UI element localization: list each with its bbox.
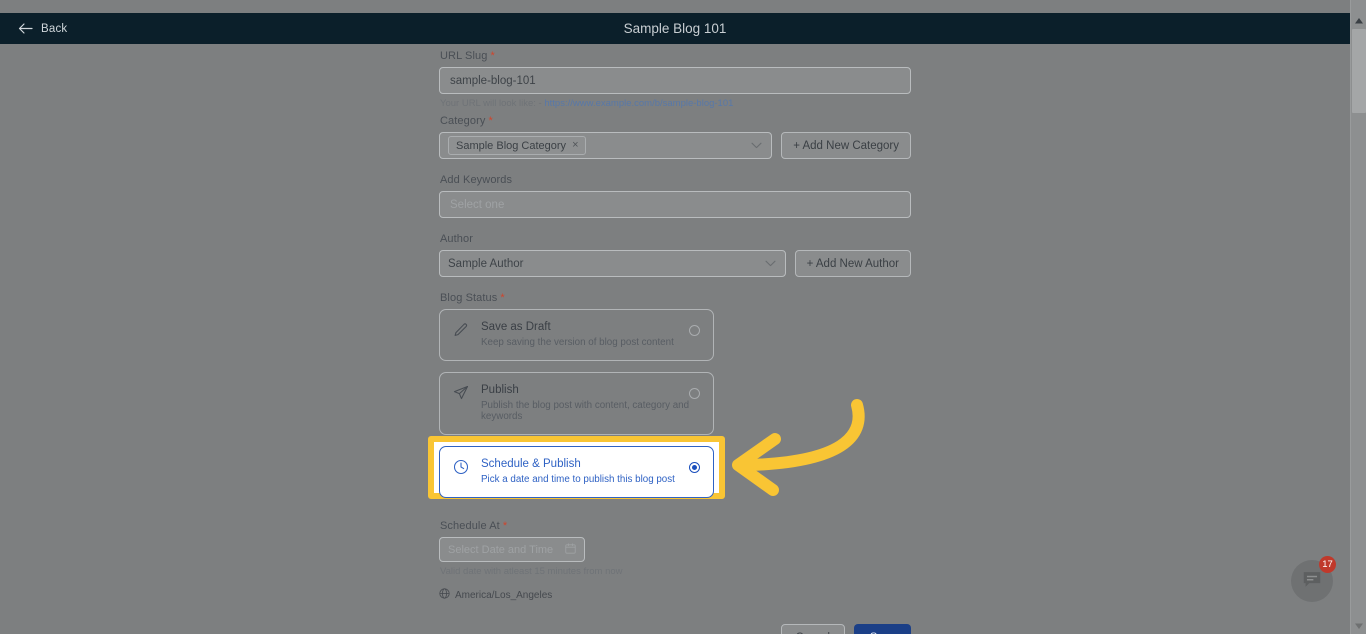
chat-widget-button[interactable]: 17 [1291, 556, 1336, 602]
close-icon[interactable]: × [572, 140, 578, 151]
category-row: Sample Blog Category × + Add New Categor… [439, 132, 911, 159]
arrow-left-icon [18, 23, 33, 34]
status-option-text: Publish Publish the blog post with conte… [481, 384, 701, 422]
back-label: Back [41, 22, 68, 35]
schedule-at-placeholder: Select Date and Time [448, 543, 554, 556]
page-title: Sample Blog 101 [623, 21, 727, 36]
status-option-schedule-and-publish[interactable]: Schedule & Publish Pick a date and time … [439, 446, 714, 498]
status-option-title: Save as Draft [481, 321, 551, 333]
url-preview-link[interactable]: https://www.example.com/b/sample-blog-10… [544, 98, 733, 109]
category-label: Category * [440, 115, 493, 127]
category-select[interactable]: Sample Blog Category × [439, 132, 773, 159]
schedule-at-input[interactable]: Select Date and Time [439, 537, 585, 562]
scroll-down-arrow-icon[interactable] [1351, 618, 1366, 634]
url-slug-input[interactable]: sample-blog-101 [439, 67, 911, 94]
status-option-desc: Pick a date and time to publish this blo… [481, 474, 675, 485]
blog-status-field: Blog Status * Save as Draft Keep saving t… [428, 292, 911, 499]
save-button[interactable]: Save [853, 624, 911, 634]
status-option-save-as-draft[interactable]: Save as Draft Keep saving the version of… [439, 309, 714, 361]
required-marker: * [488, 115, 493, 127]
author-field: Author Sample Author + Add New Author [439, 233, 911, 277]
add-new-author-button[interactable]: + Add New Author [794, 250, 911, 277]
page-scrollbar[interactable] [1350, 0, 1366, 634]
radio-save-as-draft[interactable] [689, 325, 700, 336]
keywords-field: Add Keywords Select one [439, 174, 911, 218]
page-root: Back Sample Blog 101 URL Slug * sample-bl… [0, 0, 1366, 634]
scrollbar-thumb[interactable] [1352, 29, 1366, 113]
radio-schedule-and-publish[interactable] [689, 462, 700, 473]
schedule-at-label: Schedule At * [440, 520, 508, 532]
cancel-button[interactable]: Cancel [780, 624, 845, 634]
timezone-label: America/Los_Angeles [455, 589, 553, 601]
url-hint-prefix: Your URL will look like: - [440, 98, 542, 109]
status-option-text: Schedule & Publish Pick a date and time … [481, 458, 675, 485]
required-marker: * [500, 292, 505, 304]
url-slug-label: URL Slug * [440, 50, 495, 62]
keywords-label: Add Keywords [440, 174, 513, 186]
radio-publish[interactable] [689, 388, 700, 399]
chevron-down-icon[interactable] [751, 140, 762, 152]
chat-bubble-icon [1301, 568, 1323, 595]
status-option-title: Publish [481, 384, 519, 396]
author-label: Author [440, 233, 474, 245]
author-value: Sample Author [448, 257, 524, 270]
paper-plane-icon [453, 385, 471, 406]
author-select[interactable]: Sample Author [439, 250, 786, 277]
keywords-input[interactable]: Select one [439, 191, 911, 218]
blog-status-label: Blog Status * [440, 292, 505, 304]
chevron-down-icon[interactable] [765, 258, 776, 270]
status-option-text: Save as Draft Keep saving the version of… [481, 321, 674, 348]
status-option-title: Schedule & Publish [481, 458, 581, 470]
form-footer: Cancel Save [439, 624, 911, 634]
pencil-icon [453, 322, 471, 343]
url-slug-hint: Your URL will look like: - https://www.e… [440, 98, 911, 109]
schedule-at-field: Schedule At * Select Date and Time Valid … [439, 520, 911, 602]
required-marker: * [502, 520, 508, 532]
schedule-and-publish-wrapper: Schedule & Publish Pick a date and time … [428, 436, 911, 499]
author-row: Sample Author + Add New Author [439, 250, 911, 277]
category-chip-label: Sample Blog Category [456, 139, 567, 152]
scroll-up-arrow-icon[interactable] [1351, 13, 1366, 29]
clock-icon [453, 459, 471, 480]
blog-settings-form: URL Slug * sample-blog-101 Your URL will … [428, 50, 911, 634]
add-new-category-button[interactable]: + Add New Category [781, 132, 911, 159]
schedule-at-hint: Valid date with atleast 15 minutes from … [440, 566, 623, 577]
category-chip[interactable]: Sample Blog Category × [448, 136, 586, 155]
globe-icon [439, 588, 450, 602]
category-field: Category * Sample Blog Category × + Add N… [439, 115, 911, 159]
calendar-icon[interactable] [565, 542, 576, 557]
timezone-display: America/Los_Angeles [439, 588, 911, 602]
top-bar: Back Sample Blog 101 [0, 13, 1350, 44]
back-button[interactable]: Back [18, 23, 67, 35]
status-option-desc: Publish the blog post with content, cate… [481, 400, 690, 422]
status-option-desc: Keep saving the version of blog post con… [481, 337, 674, 348]
status-option-publish[interactable]: Publish Publish the blog post with conte… [439, 372, 714, 435]
chat-unread-badge: 17 [1319, 556, 1336, 573]
required-marker: * [490, 50, 495, 62]
url-slug-field: URL Slug * sample-blog-101 Your URL will … [439, 50, 911, 109]
